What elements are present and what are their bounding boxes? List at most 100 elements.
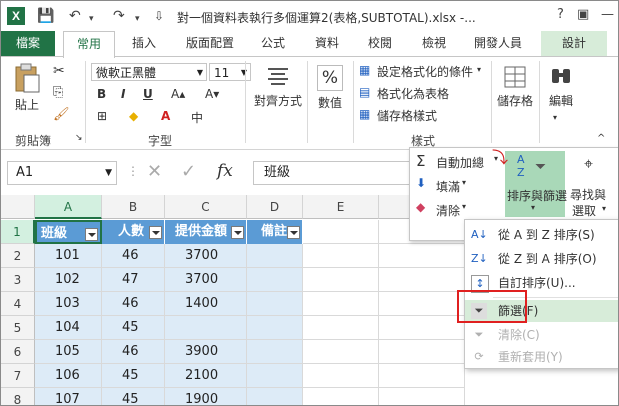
table-cell[interactable]: 45 xyxy=(102,364,165,388)
column-header-c[interactable]: C xyxy=(165,195,247,219)
paste-button[interactable]: 貼上 xyxy=(9,63,45,113)
tab-insert[interactable]: 插入 xyxy=(121,31,167,56)
tab-formulas[interactable]: 公式 xyxy=(251,31,295,56)
row-header-3[interactable]: 3 xyxy=(1,268,35,292)
empty-cell[interactable] xyxy=(379,388,465,405)
table-header-cell[interactable]: 提供金額 xyxy=(165,220,247,244)
row-header-5[interactable]: 5 xyxy=(1,316,35,340)
empty-cell[interactable] xyxy=(303,316,379,340)
filter-dropdown-icon[interactable] xyxy=(231,226,244,239)
table-cell[interactable]: 102 xyxy=(35,268,102,292)
row-header-1[interactable]: 1 xyxy=(1,220,35,244)
table-cell[interactable]: 45 xyxy=(102,388,165,405)
menu-item-sort-z-a[interactable]: Z↓ 從 Z 到 A 排序(O) xyxy=(465,248,618,270)
font-color-icon[interactable]: A xyxy=(161,109,170,123)
table-cell[interactable]: 45 xyxy=(102,316,165,340)
insert-function-icon[interactable]: fx xyxy=(217,161,233,181)
font-shrink-icon[interactable]: A▾ xyxy=(205,87,219,101)
table-cell[interactable]: 3900 xyxy=(165,340,247,364)
empty-cell[interactable] xyxy=(303,220,379,244)
row-header-2[interactable]: 2 xyxy=(1,244,35,268)
autosum-button[interactable]: 自動加總 xyxy=(436,154,484,171)
filter-dropdown-icon[interactable] xyxy=(287,226,300,239)
column-header-b[interactable]: B xyxy=(102,195,165,219)
table-cell[interactable]: 103 xyxy=(35,292,102,316)
row-header-6[interactable]: 6 xyxy=(1,340,35,364)
cancel-icon[interactable]: ✕ xyxy=(147,161,162,182)
table-header-cell[interactable]: 班級 xyxy=(35,220,102,244)
italic-button[interactable]: I xyxy=(121,87,125,101)
empty-cell[interactable] xyxy=(379,244,465,268)
number-button[interactable]: % 數值 xyxy=(313,65,347,111)
table-cell[interactable] xyxy=(247,340,303,364)
column-header-e[interactable]: E xyxy=(303,195,379,219)
name-box[interactable]: A1 ▼ xyxy=(7,161,117,185)
tab-file[interactable]: 檔案 xyxy=(1,31,55,56)
undo-icon[interactable]: ↶ xyxy=(69,8,81,24)
table-header-cell[interactable]: 人數 xyxy=(102,220,165,244)
empty-cell[interactable] xyxy=(379,292,465,316)
table-cell[interactable]: 47 xyxy=(102,268,165,292)
cell-styles-button[interactable]: 儲存格樣式 xyxy=(377,107,437,124)
column-header-a[interactable]: A xyxy=(35,195,102,219)
tab-home[interactable]: 常用 xyxy=(63,31,115,58)
filter-dropdown-icon[interactable] xyxy=(149,226,162,239)
table-cell[interactable]: 2100 xyxy=(165,364,247,388)
customize-qat-icon[interactable]: ⇩ xyxy=(154,8,164,24)
table-cell[interactable] xyxy=(165,316,247,340)
font-grow-icon[interactable]: A▴ xyxy=(171,87,185,101)
find-select-label-2[interactable]: 選取 xyxy=(572,202,596,219)
table-cell[interactable]: 106 xyxy=(35,364,102,388)
help-icon[interactable]: ? xyxy=(557,7,564,22)
table-cell[interactable]: 104 xyxy=(35,316,102,340)
column-header-d[interactable]: D xyxy=(247,195,303,219)
empty-cell[interactable] xyxy=(303,340,379,364)
table-cell[interactable]: 105 xyxy=(35,340,102,364)
empty-cell[interactable] xyxy=(379,364,465,388)
table-cell[interactable] xyxy=(247,244,303,268)
table-cell[interactable] xyxy=(247,268,303,292)
alignment-button[interactable]: 對齊方式 xyxy=(253,65,303,109)
undo-dropdown-icon[interactable]: ▾ xyxy=(89,11,94,27)
find-select-label-1[interactable]: 尋找與 xyxy=(570,186,606,203)
tab-developer[interactable]: 開發人員 xyxy=(465,31,531,56)
table-cell[interactable]: 3700 xyxy=(165,244,247,268)
menu-item-sort-a-z[interactable]: A↓ 從 A 到 Z 排序(S) xyxy=(465,224,618,246)
empty-cell[interactable] xyxy=(303,292,379,316)
redo-dropdown-icon[interactable]: ▾ xyxy=(135,11,140,27)
empty-cell[interactable] xyxy=(379,340,465,364)
table-cell[interactable] xyxy=(247,292,303,316)
redo-icon[interactable]: ↷ xyxy=(113,8,125,24)
table-cell[interactable]: 46 xyxy=(102,292,165,316)
clipboard-launcher-icon[interactable]: ↘ xyxy=(75,133,83,143)
table-cell[interactable]: 1400 xyxy=(165,292,247,316)
sort-filter-button[interactable]: AZ ⏷ 排序與篩選 ▾ xyxy=(505,151,567,217)
enter-icon[interactable]: ✓ xyxy=(181,161,196,182)
cut-icon[interactable]: ✂ xyxy=(53,63,65,79)
ribbon-display-icon[interactable]: ▣ xyxy=(577,7,589,22)
tab-table-design[interactable]: 設計 xyxy=(541,31,607,56)
table-cell[interactable] xyxy=(247,364,303,388)
table-cell[interactable] xyxy=(247,388,303,405)
format-as-table-button[interactable]: 格式化為表格 xyxy=(377,85,449,102)
empty-cell[interactable] xyxy=(303,388,379,405)
editing-button[interactable]: 編輯 xyxy=(543,65,579,109)
formula-input[interactable]: 班級 xyxy=(253,161,415,185)
table-cell[interactable]: 46 xyxy=(102,244,165,268)
empty-cell[interactable] xyxy=(379,316,465,340)
table-header-cell[interactable]: 備註 xyxy=(247,220,303,244)
row-header-7[interactable]: 7 xyxy=(1,364,35,388)
bold-button[interactable]: B xyxy=(97,87,106,101)
table-cell[interactable]: 46 xyxy=(102,340,165,364)
row-header-8[interactable]: 8 xyxy=(1,388,35,405)
copy-icon[interactable]: ⎘ xyxy=(53,85,63,100)
row-header-4[interactable]: 4 xyxy=(1,292,35,316)
table-cell[interactable]: 107 xyxy=(35,388,102,405)
empty-cell[interactable] xyxy=(303,244,379,268)
empty-cell[interactable] xyxy=(379,268,465,292)
fill-button[interactable]: 填滿 xyxy=(436,178,460,195)
clear-button[interactable]: 清除 xyxy=(436,202,460,219)
table-cell[interactable] xyxy=(247,316,303,340)
table-cell[interactable]: 101 xyxy=(35,244,102,268)
font-name-select[interactable]: 微軟正黑體 ▼ xyxy=(91,63,207,81)
